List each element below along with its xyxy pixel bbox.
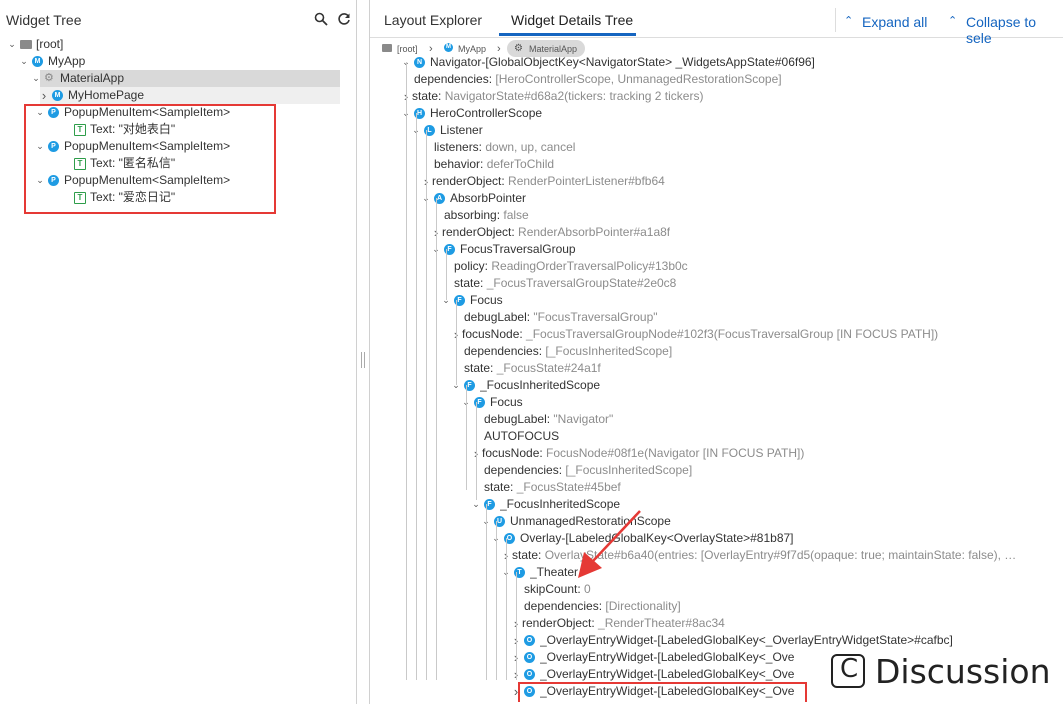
annotation-arrow bbox=[578, 510, 641, 578]
discussion-text: Discussion bbox=[875, 652, 1051, 691]
discussion-watermark: C Discussion bbox=[829, 652, 1059, 696]
discussion-logo-icon: C bbox=[831, 654, 865, 688]
